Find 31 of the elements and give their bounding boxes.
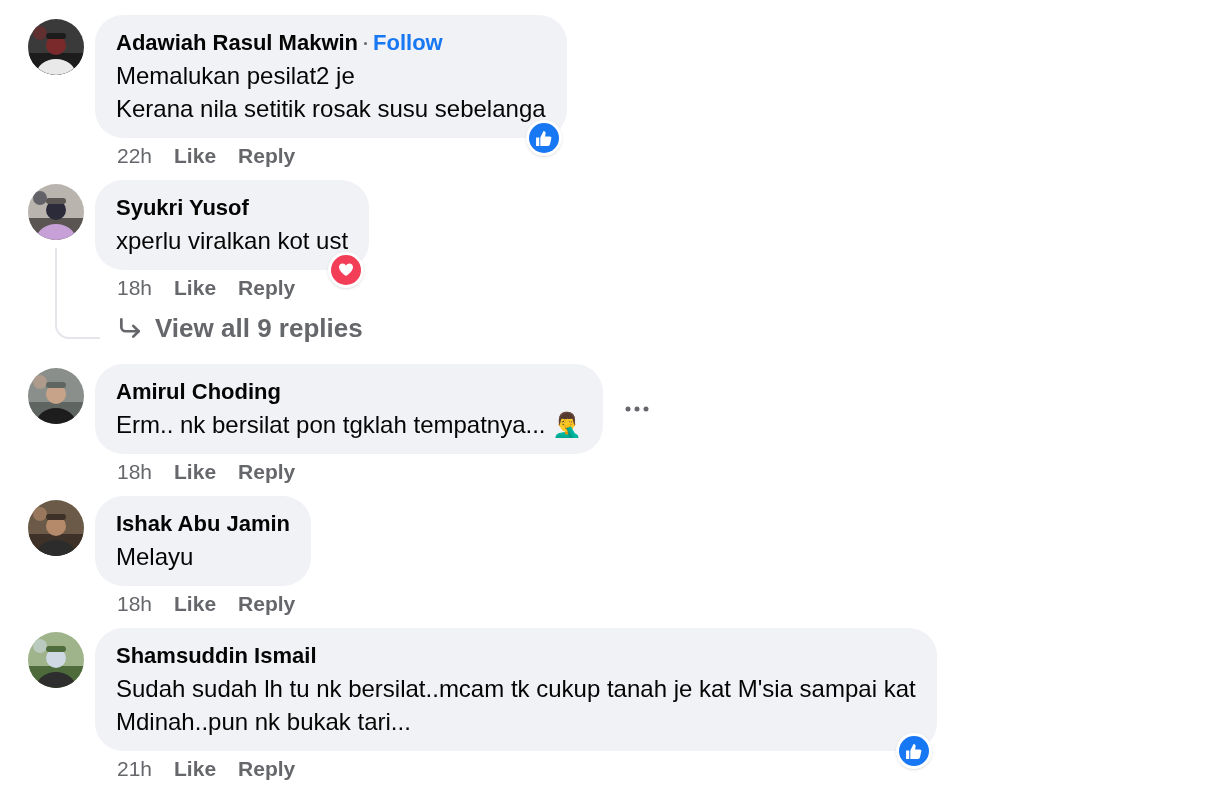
comment-text: Sudah sudah lh tu nk bersilat..mcam tk cukup tanah je kat M'sia sampai kat <box>116 674 916 704</box>
author-name[interactable]: Adawiah Rasul Makwin <box>116 27 359 59</box>
like-link[interactable]: Like <box>174 272 217 304</box>
comment-text: Mdinah..pun nk bukak tari... <box>116 707 412 737</box>
reply-link[interactable]: Reply <box>238 272 296 304</box>
like-link[interactable]: Like <box>174 588 217 620</box>
author-name[interactable]: Amirul Choding <box>116 376 281 408</box>
more-options-icon[interactable] <box>625 406 650 412</box>
like-link[interactable]: Like <box>174 140 217 172</box>
reply-link[interactable]: Reply <box>238 456 296 488</box>
comment-text: Erm.. nk bersilat pon tgklah tempatnya... 🤦‍♂ <box>116 410 583 440</box>
like-link[interactable]: Like <box>174 753 217 785</box>
comment-time[interactable]: 18h <box>117 588 153 620</box>
reply-link[interactable]: Reply <box>238 588 296 620</box>
comment-time[interactable]: 22h <box>117 140 153 172</box>
reply-arrow-icon <box>117 315 143 341</box>
comment-text: Melayu <box>116 542 195 572</box>
reply-link[interactable]: Reply <box>238 753 296 785</box>
comment-text: Kerana nila setitik rosak susu sebelanga <box>116 94 546 124</box>
comment-time[interactable]: 18h <box>117 272 153 304</box>
like-link[interactable]: Like <box>174 456 217 488</box>
comment-time[interactable]: 21h <box>117 753 153 785</box>
comment-text: xperlu viralkan kot ust <box>116 226 349 256</box>
follow-link[interactable]: Follow <box>373 27 443 59</box>
author-name[interactable]: Shamsuddin Ismail <box>116 640 317 672</box>
comment-time[interactable]: 18h <box>117 456 153 488</box>
author-name[interactable]: Syukri Yusof <box>116 192 249 224</box>
author-name[interactable]: Ishak Abu Jamin <box>116 508 290 540</box>
reply-link[interactable]: Reply <box>238 140 296 172</box>
comment-text: Memalukan pesilat2 je <box>116 61 356 91</box>
view-replies-link[interactable]: View all 9 replies <box>155 310 363 346</box>
